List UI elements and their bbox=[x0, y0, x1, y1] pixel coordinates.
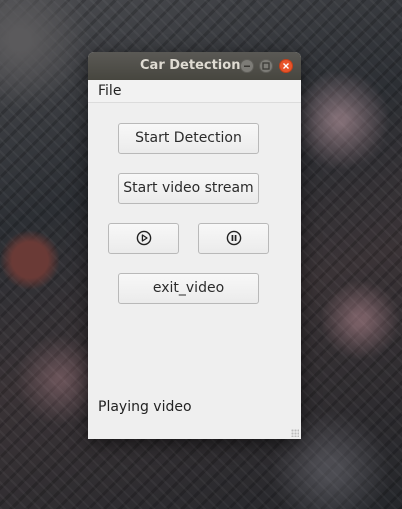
minimize-button[interactable] bbox=[240, 59, 254, 73]
minimize-icon bbox=[244, 65, 250, 67]
pause-button[interactable] bbox=[198, 223, 269, 254]
maximize-button[interactable] bbox=[259, 59, 273, 73]
start-video-stream-button[interactable]: Start video stream bbox=[118, 173, 259, 204]
pause-icon bbox=[226, 230, 242, 246]
title-bar[interactable]: Car Detection bbox=[88, 52, 301, 80]
play-button[interactable] bbox=[108, 223, 179, 254]
close-icon bbox=[283, 63, 289, 69]
start-video-stream-label: Start video stream bbox=[123, 180, 254, 196]
status-label: Playing video bbox=[98, 399, 192, 415]
menu-bar: File bbox=[88, 80, 301, 103]
start-detection-label: Start Detection bbox=[135, 130, 242, 146]
menu-file[interactable]: File bbox=[98, 83, 121, 99]
start-detection-button[interactable]: Start Detection bbox=[118, 123, 259, 154]
app-window: Car Detection File Start Detection Start… bbox=[88, 52, 301, 439]
play-icon bbox=[136, 230, 152, 246]
close-button[interactable] bbox=[279, 59, 293, 73]
resize-grip[interactable] bbox=[291, 429, 299, 437]
maximize-icon bbox=[262, 62, 270, 70]
exit-video-button[interactable]: exit_video bbox=[118, 273, 259, 304]
exit-video-label: exit_video bbox=[152, 280, 225, 296]
window-title: Car Detection bbox=[140, 58, 241, 73]
